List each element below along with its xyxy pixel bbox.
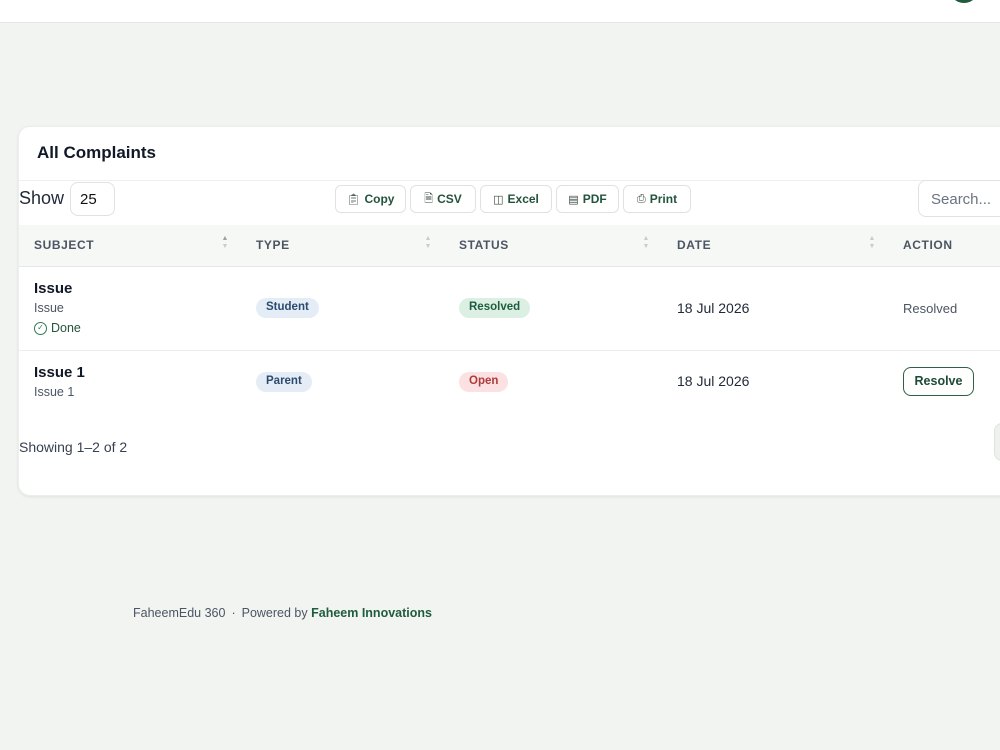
sort-desc-icon: ▼ — [642, 243, 650, 250]
type-badge: Student — [256, 298, 319, 318]
sort-indicator-date[interactable]: ▲ ▼ — [868, 235, 876, 251]
footer-company-link[interactable]: Faheem Innovations — [311, 606, 432, 620]
date-cell: 18 Jul 2026 — [677, 300, 750, 316]
status-badge: Resolved — [459, 298, 531, 318]
type-badge: Parent — [256, 372, 312, 392]
page-size-select[interactable]: 25 — [70, 182, 115, 216]
subject-description: Issue — [34, 301, 64, 315]
top-bar — [0, 0, 1000, 23]
copy-icon: 📋︎ — [346, 193, 361, 206]
sort-desc-icon: ▼ — [424, 243, 432, 250]
sort-asc-icon: ▲ — [642, 235, 650, 242]
search-input[interactable]: Search... — [918, 180, 1000, 217]
footer-powered-by: Powered by — [241, 606, 308, 620]
excel-button-label: Excel — [507, 192, 539, 206]
date-cell: 18 Jul 2026 — [677, 373, 750, 389]
sort-asc-icon: ▲ — [424, 235, 432, 242]
sort-asc-icon: ▲ — [868, 235, 876, 242]
check-circle-icon: ✓ — [34, 321, 47, 335]
sort-indicator-subject[interactable]: ▲ ▼ — [221, 235, 229, 251]
pdf-file-icon: ▤ — [568, 193, 579, 206]
copy-button-label: Copy — [364, 192, 395, 206]
csv-file-icon: 🗎︎ — [424, 192, 434, 205]
subject-description: Issue 1 — [34, 385, 75, 399]
subject-title: Issue 1 — [34, 364, 85, 381]
subject-title: Issue — [34, 280, 73, 297]
action-status-text: Resolved — [903, 301, 958, 316]
card-divider — [19, 180, 1000, 181]
subject-status-note: ✓ Done — [34, 321, 81, 335]
status-badge: Open — [459, 372, 509, 392]
csv-button[interactable]: 🗎︎ CSV — [410, 185, 476, 213]
complaints-card: All Complaints Show 25 📋︎ Copy 🗎︎ CSV ◫ … — [18, 126, 1000, 496]
pagination-summary: Showing 1–2 of 2 — [19, 439, 128, 455]
footer-app-name: FaheemEdu 360 — [133, 606, 226, 620]
table-header: SUBJECT ▲ ▼ TYPE ▲ ▼ STATUS ▲ ▼ DATE ▲ ▼… — [19, 225, 1000, 267]
column-header-subject[interactable]: SUBJECT — [34, 238, 94, 252]
page-footer: FaheemEdu 360 · Powered by Faheem Innovati… — [133, 606, 432, 620]
pdf-button-label: PDF — [582, 192, 607, 206]
copy-button[interactable]: 📋︎ Copy — [335, 185, 406, 213]
table-row: Issue 1 Issue 1 Parent Open 18 Jul 2026 … — [19, 351, 1000, 417]
table-row: Issue Issue ✓ Done Student Resolved 18 J… — [19, 267, 1000, 351]
pagination-button[interactable] — [994, 423, 1000, 461]
sort-indicator-type[interactable]: ▲ ▼ — [424, 235, 432, 251]
column-header-type[interactable]: TYPE — [256, 238, 290, 252]
excel-file-icon: ◫ — [493, 193, 504, 206]
print-button[interactable]: ⎙ Print — [623, 185, 691, 213]
show-label: Show — [19, 188, 65, 208]
sort-desc-icon: ▼ — [221, 243, 229, 250]
printer-icon: ⎙ — [636, 192, 646, 205]
excel-button[interactable]: ◫ Excel — [480, 185, 552, 213]
resolve-button[interactable]: Resolve — [903, 367, 974, 396]
pdf-button[interactable]: ▤ PDF — [556, 185, 619, 213]
column-header-status[interactable]: STATUS — [459, 238, 509, 252]
column-header-action: ACTION — [903, 238, 953, 252]
user-avatar[interactable] — [949, 0, 979, 3]
footer-separator: · — [231, 606, 236, 620]
sort-asc-icon: ▲ — [221, 235, 229, 242]
csv-button-label: CSV — [437, 192, 462, 206]
print-button-label: Print — [649, 192, 678, 206]
column-header-date[interactable]: DATE — [677, 238, 711, 252]
sort-indicator-status[interactable]: ▲ ▼ — [642, 235, 650, 251]
subject-note-label: Done — [51, 321, 81, 335]
card-title: All Complaints — [37, 143, 157, 162]
sort-desc-icon: ▼ — [868, 243, 876, 250]
